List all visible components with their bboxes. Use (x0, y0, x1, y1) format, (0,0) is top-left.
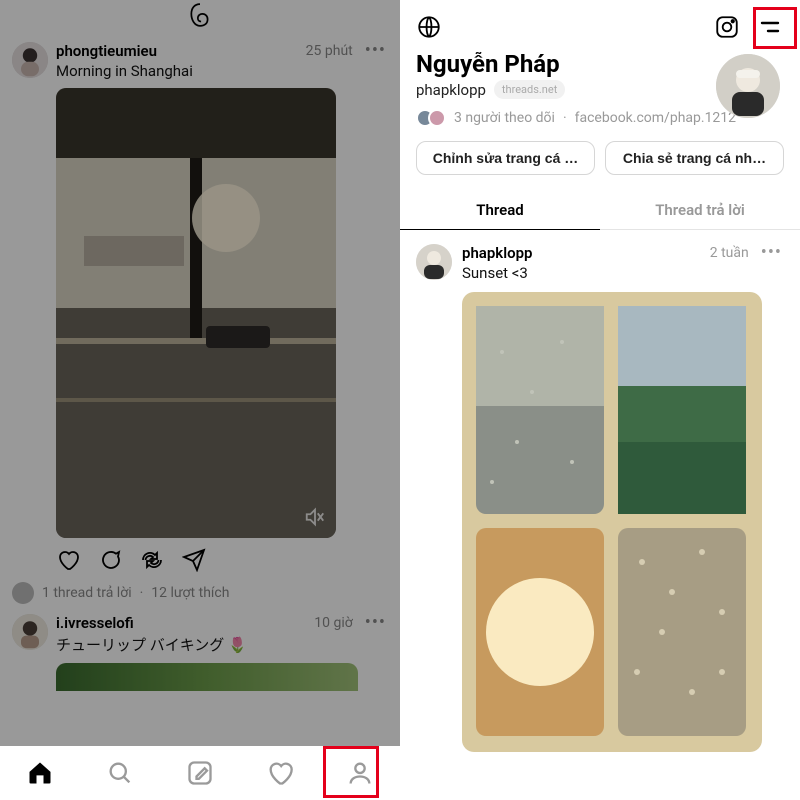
post-media[interactable] (462, 292, 762, 752)
mute-icon[interactable] (304, 506, 326, 528)
reply-avatar (12, 582, 34, 604)
post-timestamp: 2 tuần (710, 245, 749, 261)
feed-post: phongtieumieu 25 phút ••• Morning in Sha… (12, 42, 388, 604)
share-profile-button[interactable]: Chia sẻ trang cá nh… (605, 141, 784, 175)
app-logo-row (0, 0, 400, 32)
more-icon[interactable]: ••• (363, 44, 388, 58)
post-media[interactable] (56, 663, 358, 691)
profile-tabs: Thread Thread trả lời (400, 191, 800, 230)
edit-profile-button[interactable]: Chỉnh sửa trang cá … (416, 141, 595, 175)
nav-search-icon[interactable] (106, 759, 134, 787)
follower-avatar (428, 109, 446, 127)
more-icon[interactable]: ••• (363, 616, 388, 630)
nav-home-icon[interactable] (26, 759, 54, 787)
post-caption: Morning in Shanghai (56, 62, 388, 80)
globe-icon[interactable] (416, 14, 442, 44)
feed-post: i.ivresselofi 10 giờ ••• チューリップ バイキング 🌷 (12, 614, 388, 691)
post-username[interactable]: phongtieumieu (56, 42, 157, 60)
instagram-icon[interactable] (714, 14, 740, 44)
nav-profile-icon[interactable] (346, 759, 374, 787)
nav-activity-icon[interactable] (266, 759, 294, 787)
repost-icon[interactable] (140, 548, 164, 572)
followers-count[interactable]: 3 người theo dõi (454, 110, 555, 126)
tab-threads[interactable]: Thread (400, 191, 600, 230)
post-caption: Sunset <3 (462, 264, 784, 282)
comment-icon[interactable] (98, 548, 122, 572)
profile-link[interactable]: facebook.com/phap.1212 (575, 110, 736, 126)
like-icon[interactable] (56, 548, 80, 572)
handle: phapklopp (416, 81, 486, 99)
tab-replies[interactable]: Thread trả lời (600, 191, 800, 230)
profile-topbar (400, 0, 800, 50)
more-icon[interactable]: ••• (759, 246, 784, 260)
avatar[interactable] (12, 614, 48, 650)
post-caption: チューリップ バイキング 🌷 (56, 634, 388, 655)
post-username[interactable]: phapklopp (462, 244, 532, 262)
meta-sep: · (140, 585, 144, 601)
avatar[interactable] (12, 42, 48, 78)
avatar[interactable] (416, 244, 452, 280)
profile-post: phapklopp 2 tuần ••• Sunset <3 (400, 230, 800, 752)
profile-header: Nguyễn Pháp phapklopp threads.net 3 ngườ… (400, 50, 800, 175)
feed-scroll[interactable]: phongtieumieu 25 phút ••• Morning in Sha… (0, 42, 400, 691)
replies-count[interactable]: 1 thread trả lời (42, 585, 132, 601)
feed-pane: phongtieumieu 25 phút ••• Morning in Sha… (0, 0, 400, 800)
likes-count[interactable]: 12 lượt thích (151, 585, 229, 601)
post-username[interactable]: i.ivresselofi (56, 614, 134, 632)
post-timestamp: 10 giờ (314, 615, 352, 631)
post-media[interactable] (56, 88, 336, 538)
domain-badge[interactable]: threads.net (494, 80, 565, 99)
bottom-nav (0, 746, 400, 800)
profile-avatar[interactable] (716, 54, 780, 118)
share-icon[interactable] (182, 548, 206, 572)
meta-sep: · (563, 110, 567, 126)
nav-compose-icon[interactable] (186, 759, 214, 787)
menu-icon[interactable] (752, 12, 784, 46)
follower-avatars (416, 109, 446, 127)
threads-logo-icon (187, 2, 213, 32)
profile-pane: Nguyễn Pháp phapklopp threads.net 3 ngườ… (400, 0, 800, 800)
post-meta: 1 thread trả lời · 12 lượt thích (12, 582, 388, 604)
post-actions (56, 548, 388, 572)
post-timestamp: 25 phút (306, 43, 353, 59)
